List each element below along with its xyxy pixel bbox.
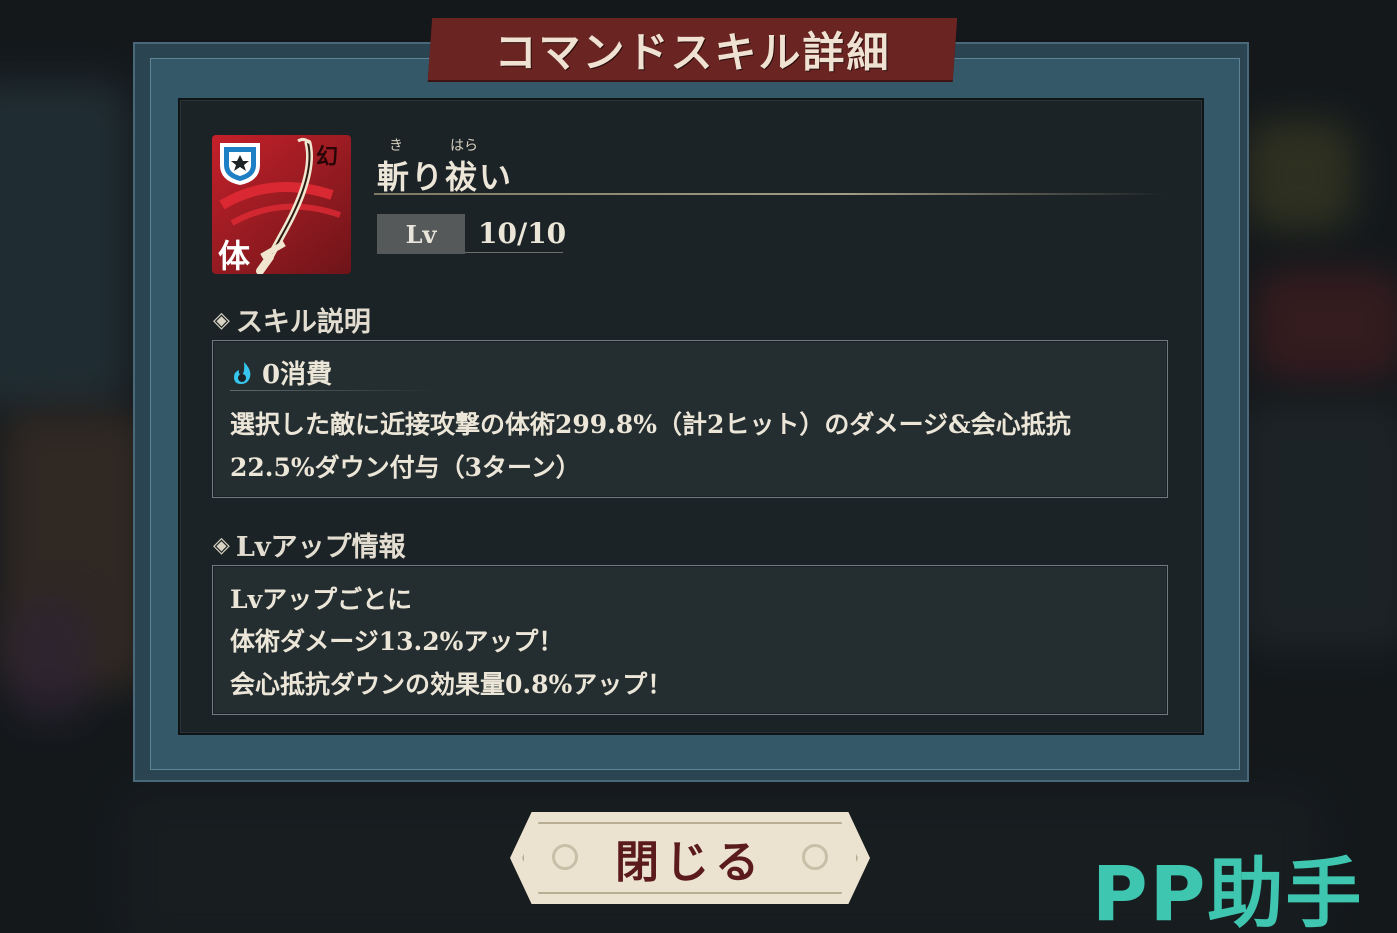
cost-text: 0消費 — [262, 360, 333, 390]
cost-divider — [230, 390, 440, 391]
close-button-label: 閉じる — [615, 837, 765, 888]
watermark-logo: PP助手 — [1092, 849, 1364, 933]
levelup-line: 体術ダメージ13.2%アップ！ — [230, 627, 564, 656]
dialog-title: コマンドスキル詳細 — [494, 27, 891, 77]
ornament-left-icon — [552, 844, 578, 870]
section-levelup-info: ◈ Lvアップ情報 — [213, 525, 406, 564]
section-header-text: Lvアップ情報 — [235, 532, 406, 563]
levelup-line: Lvアップごとに — [230, 585, 413, 614]
description-line: 22.5%ダウン付与（3ターン） — [230, 453, 581, 482]
katana-skill-icon: 幻 体 — [212, 135, 351, 274]
lv-underline — [465, 252, 563, 253]
skill-name: 斬り祓い — [377, 158, 514, 196]
section-header-text: スキル説明 — [235, 307, 371, 338]
close-button[interactable]: 閉じる — [510, 812, 870, 904]
skill-type-char: 体 — [218, 237, 251, 274]
flame-drop-icon — [234, 361, 251, 384]
ornament-right-icon — [802, 844, 828, 870]
diamond-bullet-icon: ◈ — [213, 306, 230, 333]
shield-badge-icon — [220, 143, 260, 185]
lv-value: 10/10 — [478, 216, 567, 250]
diamond-bullet-icon: ◈ — [213, 531, 230, 558]
name-divider — [374, 193, 1164, 195]
levelup-line: 会心抵抗ダウンの効果量0.8%アップ！ — [230, 670, 673, 699]
section-skill-description: ◈ スキル説明 — [213, 300, 371, 339]
cost-row: 0消費 — [230, 354, 332, 391]
lv-label: Lv — [377, 214, 465, 254]
icon-corner-mark: 幻 — [316, 145, 339, 170]
description-line: 選択した敵に近接攻撃の体術299.8%（計2ヒット）のダメージ&会心抵抗 — [230, 410, 1071, 439]
